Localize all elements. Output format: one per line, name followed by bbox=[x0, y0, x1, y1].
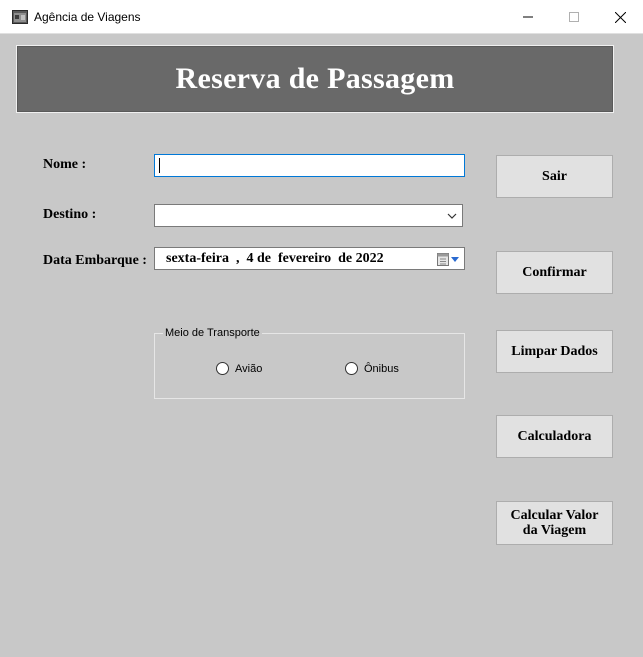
close-button[interactable] bbox=[597, 0, 643, 34]
radio-onibus-circle[interactable] bbox=[345, 362, 358, 375]
calcular-valor-line2: da Viagem bbox=[522, 523, 587, 538]
transport-groupbox bbox=[154, 333, 465, 399]
radio-onibus[interactable]: Ônibus bbox=[345, 362, 399, 375]
limpar-dados-button[interactable]: Limpar Dados bbox=[496, 330, 613, 373]
window-titlebar[interactable]: Agência de Viagens bbox=[0, 0, 643, 34]
nome-label: Nome : bbox=[43, 157, 87, 172]
nome-input[interactable] bbox=[154, 154, 465, 177]
calcular-valor-viagem-button[interactable]: Calcular Valor da Viagem bbox=[496, 501, 613, 545]
transport-legend: Meio de Transporte bbox=[163, 327, 262, 339]
window-title: Agência de Viagens bbox=[34, 10, 141, 24]
close-icon bbox=[614, 11, 626, 23]
text-caret bbox=[159, 158, 160, 173]
calendar-icon[interactable] bbox=[437, 252, 449, 266]
maximize-button[interactable] bbox=[551, 0, 597, 34]
radio-aviao[interactable]: Avião bbox=[216, 362, 262, 375]
radio-onibus-label[interactable]: Ônibus bbox=[364, 363, 399, 375]
dropdown-arrow-icon[interactable] bbox=[451, 257, 459, 262]
chevron-down-icon[interactable] bbox=[446, 210, 458, 222]
destino-label: Destino : bbox=[43, 207, 97, 222]
app-window-icon bbox=[12, 10, 28, 24]
data-embarque-picker[interactable]: sexta-feira , 4 de fevereiro de 2022 bbox=[154, 247, 465, 270]
destino-select[interactable] bbox=[154, 204, 463, 227]
calculadora-button[interactable]: Calculadora bbox=[496, 415, 613, 458]
data-embarque-label: Data Embarque : bbox=[43, 253, 147, 268]
data-embarque-value[interactable]: sexta-feira , 4 de fevereiro de 2022 bbox=[166, 251, 384, 267]
minimize-icon bbox=[523, 16, 533, 18]
page-title: Reserva de Passagem bbox=[175, 62, 455, 95]
calcular-valor-line1: Calcular Valor bbox=[510, 508, 599, 523]
confirmar-button[interactable]: Confirmar bbox=[496, 251, 613, 294]
radio-aviao-label[interactable]: Avião bbox=[235, 363, 262, 375]
header-banner: Reserva de Passagem bbox=[16, 45, 614, 113]
sair-button[interactable]: Sair bbox=[496, 155, 613, 198]
radio-aviao-circle[interactable] bbox=[216, 362, 229, 375]
maximize-icon bbox=[569, 12, 579, 22]
minimize-button[interactable] bbox=[505, 0, 551, 34]
